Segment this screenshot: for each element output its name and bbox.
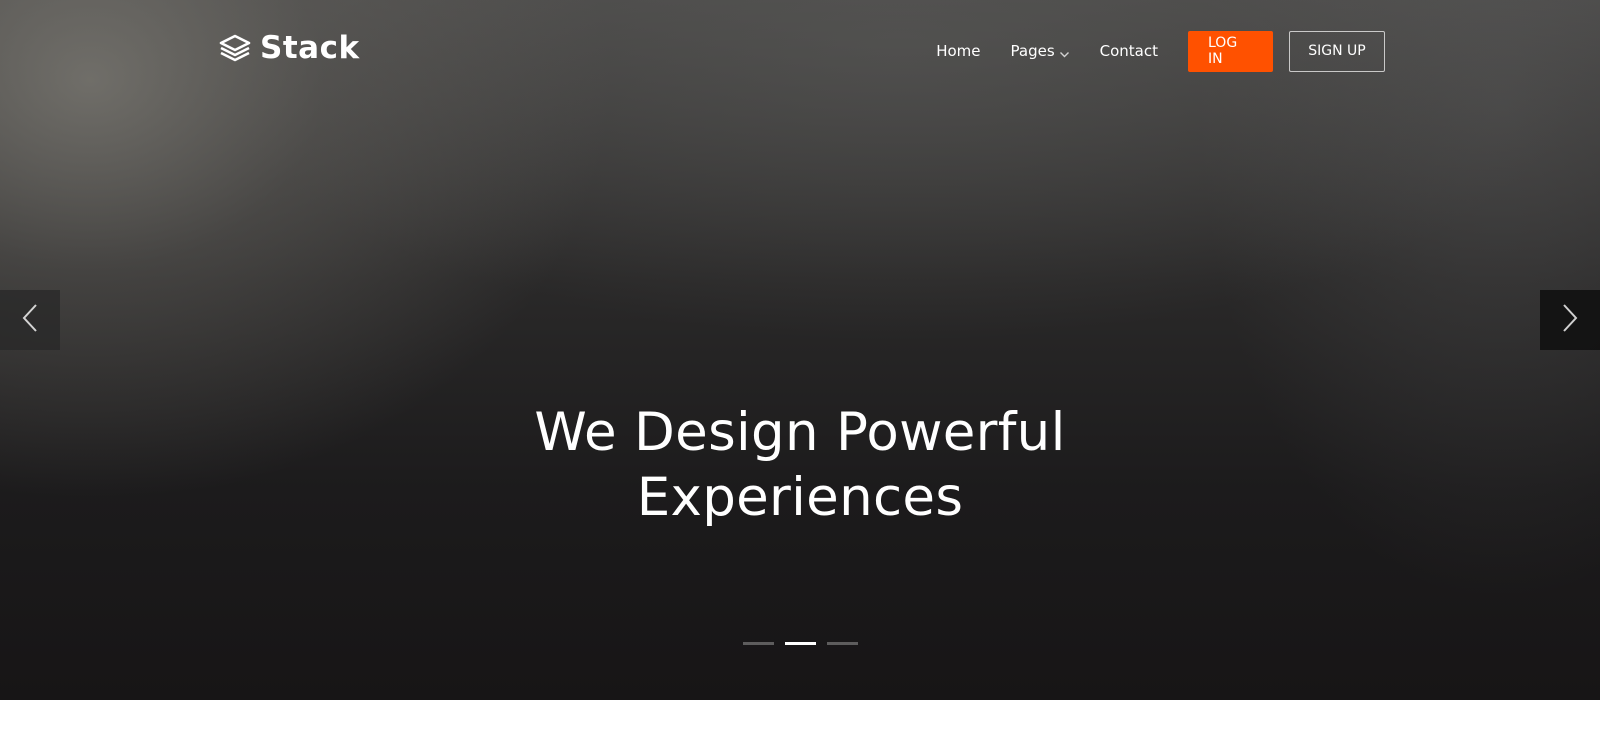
nav-item-label: Pages xyxy=(1010,42,1055,60)
slider-dot-1[interactable] xyxy=(742,642,774,645)
chevron-right-icon xyxy=(1560,302,1580,338)
nav-item-label: Contact xyxy=(1099,42,1158,60)
hero-headline: We Design Powerful Experiences xyxy=(0,400,1600,530)
hero-slider: Stack Home Pages Contact LOG IN SIGN UP xyxy=(0,0,1600,700)
slider-pagination xyxy=(0,642,1600,645)
nav-item-contact[interactable]: Contact xyxy=(1100,42,1158,60)
nav-item-pages[interactable]: Pages xyxy=(1011,42,1070,60)
layers-icon xyxy=(218,33,252,63)
slider-dot-3[interactable] xyxy=(826,642,858,645)
slider-dot-2[interactable] xyxy=(784,642,816,645)
nav-item-label: Home xyxy=(936,42,981,60)
slider-next-button[interactable] xyxy=(1540,290,1600,350)
slider-prev-button[interactable] xyxy=(0,290,60,350)
signup-button[interactable]: SIGN UP xyxy=(1289,30,1385,72)
page-content-start xyxy=(0,700,1600,747)
login-button[interactable]: LOG IN xyxy=(1188,30,1273,72)
nav-item-home[interactable]: Home xyxy=(936,42,980,60)
brand-logo[interactable]: Stack xyxy=(218,28,360,68)
main-nav: Home Pages Contact LOG IN SIGN UP xyxy=(936,30,1385,72)
chevron-left-icon xyxy=(20,302,40,338)
brand-name: Stack xyxy=(260,30,360,66)
chevron-down-icon xyxy=(1059,46,1070,57)
hero-headline-line-2: Experiences xyxy=(636,467,964,528)
hero-headline-line-1: We Design Powerful xyxy=(534,402,1066,463)
